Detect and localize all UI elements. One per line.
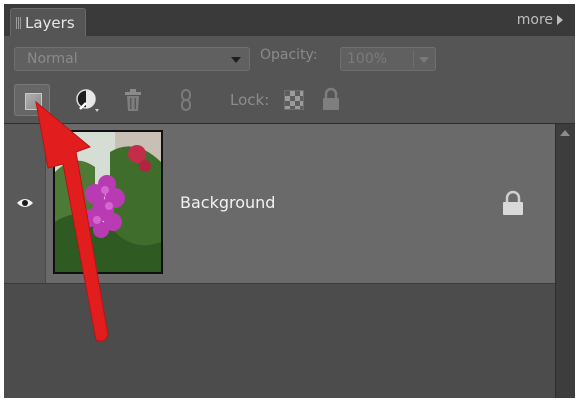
new-layer-icon — [25, 93, 42, 110]
layers-panel: Layers more Normal Opacity: 100% Lock: B… — [4, 4, 575, 398]
opacity-divider — [413, 50, 414, 68]
layer-thumbnail — [53, 130, 163, 274]
chevron-down-icon[interactable] — [419, 57, 429, 63]
link-icon — [181, 89, 191, 111]
lock-all-button[interactable] — [320, 84, 342, 116]
triangle-right-icon — [557, 15, 563, 25]
layer-row-background[interactable]: Background — [4, 124, 555, 284]
new-layer-button[interactable] — [14, 84, 50, 116]
blend-mode-value: Normal — [27, 51, 78, 67]
opacity-label: Opacity: — [260, 47, 318, 63]
grip-icon[interactable] — [16, 17, 22, 29]
lock-transparency-icon[interactable] — [284, 90, 304, 110]
layer-toolbar: Lock: — [4, 78, 575, 124]
trash-icon — [125, 89, 141, 111]
lock-icon[interactable] — [501, 190, 525, 216]
adjustment-layer-icon — [76, 89, 99, 112]
eye-icon[interactable] — [16, 197, 34, 209]
opacity-value: 100% — [347, 51, 388, 67]
layer-name: Background — [180, 193, 276, 212]
link-layers-button[interactable] — [176, 84, 196, 116]
adjustment-layer-button[interactable] — [74, 84, 102, 116]
opacity-field[interactable]: 100% — [340, 47, 436, 71]
lock-all-icon — [323, 87, 339, 110]
delete-layer-button[interactable] — [122, 84, 144, 116]
layer-options-row: Normal Opacity: 100% — [4, 36, 575, 78]
more-menu-button[interactable]: more — [517, 12, 563, 28]
layers-scrollbar[interactable] — [555, 124, 575, 398]
layers-list: Background — [4, 124, 555, 398]
lock-label: Lock: — [230, 91, 270, 109]
more-label: more — [516, 12, 553, 28]
tab-label: Layers — [25, 14, 75, 32]
panel-title-bar: Layers more — [4, 4, 575, 36]
scroll-up-arrow-icon[interactable] — [560, 130, 570, 136]
chevron-down-icon — [231, 57, 241, 63]
visibility-column[interactable] — [4, 124, 46, 283]
tab-layers[interactable]: Layers — [10, 8, 86, 36]
blend-mode-dropdown[interactable]: Normal — [14, 47, 250, 71]
orchid-photo-image — [55, 132, 161, 272]
